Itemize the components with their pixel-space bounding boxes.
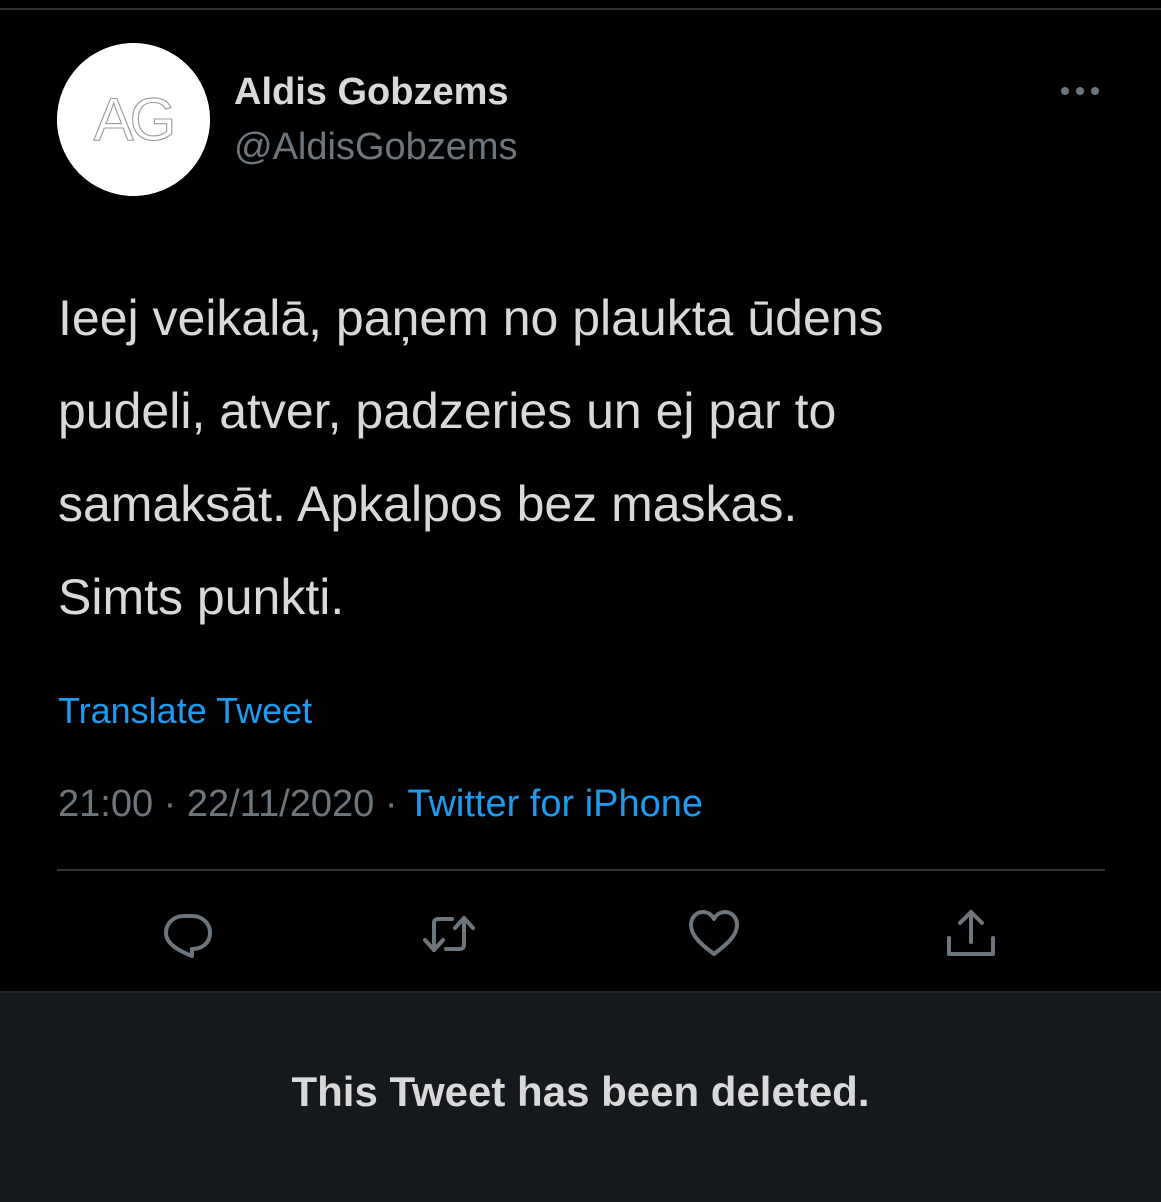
share-icon bbox=[947, 910, 995, 956]
tweet-source-link[interactable]: Twitter for iPhone bbox=[407, 783, 703, 825]
translate-tweet-link[interactable]: Translate Tweet bbox=[58, 689, 312, 733]
tweet-metadata: 21:00 · 22/11/2020 · Twitter for iPhone bbox=[58, 780, 703, 828]
meta-separator: · bbox=[384, 783, 398, 825]
like-button[interactable] bbox=[686, 906, 742, 962]
reply-button[interactable] bbox=[160, 906, 216, 962]
actions-divider bbox=[57, 869, 1105, 871]
svg-text:AG: AG bbox=[94, 86, 173, 153]
tweet-text-line: Simts punkti. bbox=[58, 569, 345, 625]
tweet-text-line: Ieej veikalā, paņem no plaukta ūdens bbox=[58, 290, 884, 346]
meta-separator: · bbox=[163, 783, 177, 825]
avatar[interactable]: AG bbox=[57, 43, 210, 196]
deleted-tweet-text: This Tweet has been deleted. bbox=[291, 1068, 870, 1115]
tweet-text: Ieej veikalā, paņem no plaukta ūdens pud… bbox=[58, 272, 1118, 644]
top-divider bbox=[0, 8, 1161, 10]
author-handle[interactable]: @AldisGobzems bbox=[234, 124, 518, 170]
reply-icon bbox=[164, 914, 212, 958]
tweet-text-line: samaksāt. Apkalpos bez maskas. bbox=[58, 476, 798, 532]
like-icon bbox=[689, 910, 739, 956]
tweet-time: 21:00 bbox=[58, 783, 154, 825]
ellipsis-icon bbox=[1061, 87, 1099, 95]
avatar-logo: AG bbox=[57, 43, 210, 196]
retweet-button[interactable] bbox=[421, 906, 477, 962]
tweet-text-line: pudeli, atver, padzeries un ej par to bbox=[58, 383, 837, 439]
share-button[interactable] bbox=[943, 906, 999, 962]
more-options-button[interactable] bbox=[1054, 75, 1106, 107]
author-display-name[interactable]: Aldis Gobzems bbox=[234, 69, 509, 115]
deleted-tweet-notice: This Tweet has been deleted. bbox=[0, 991, 1161, 1202]
tweet-date: 22/11/2020 bbox=[186, 783, 375, 825]
retweet-icon bbox=[423, 916, 475, 952]
